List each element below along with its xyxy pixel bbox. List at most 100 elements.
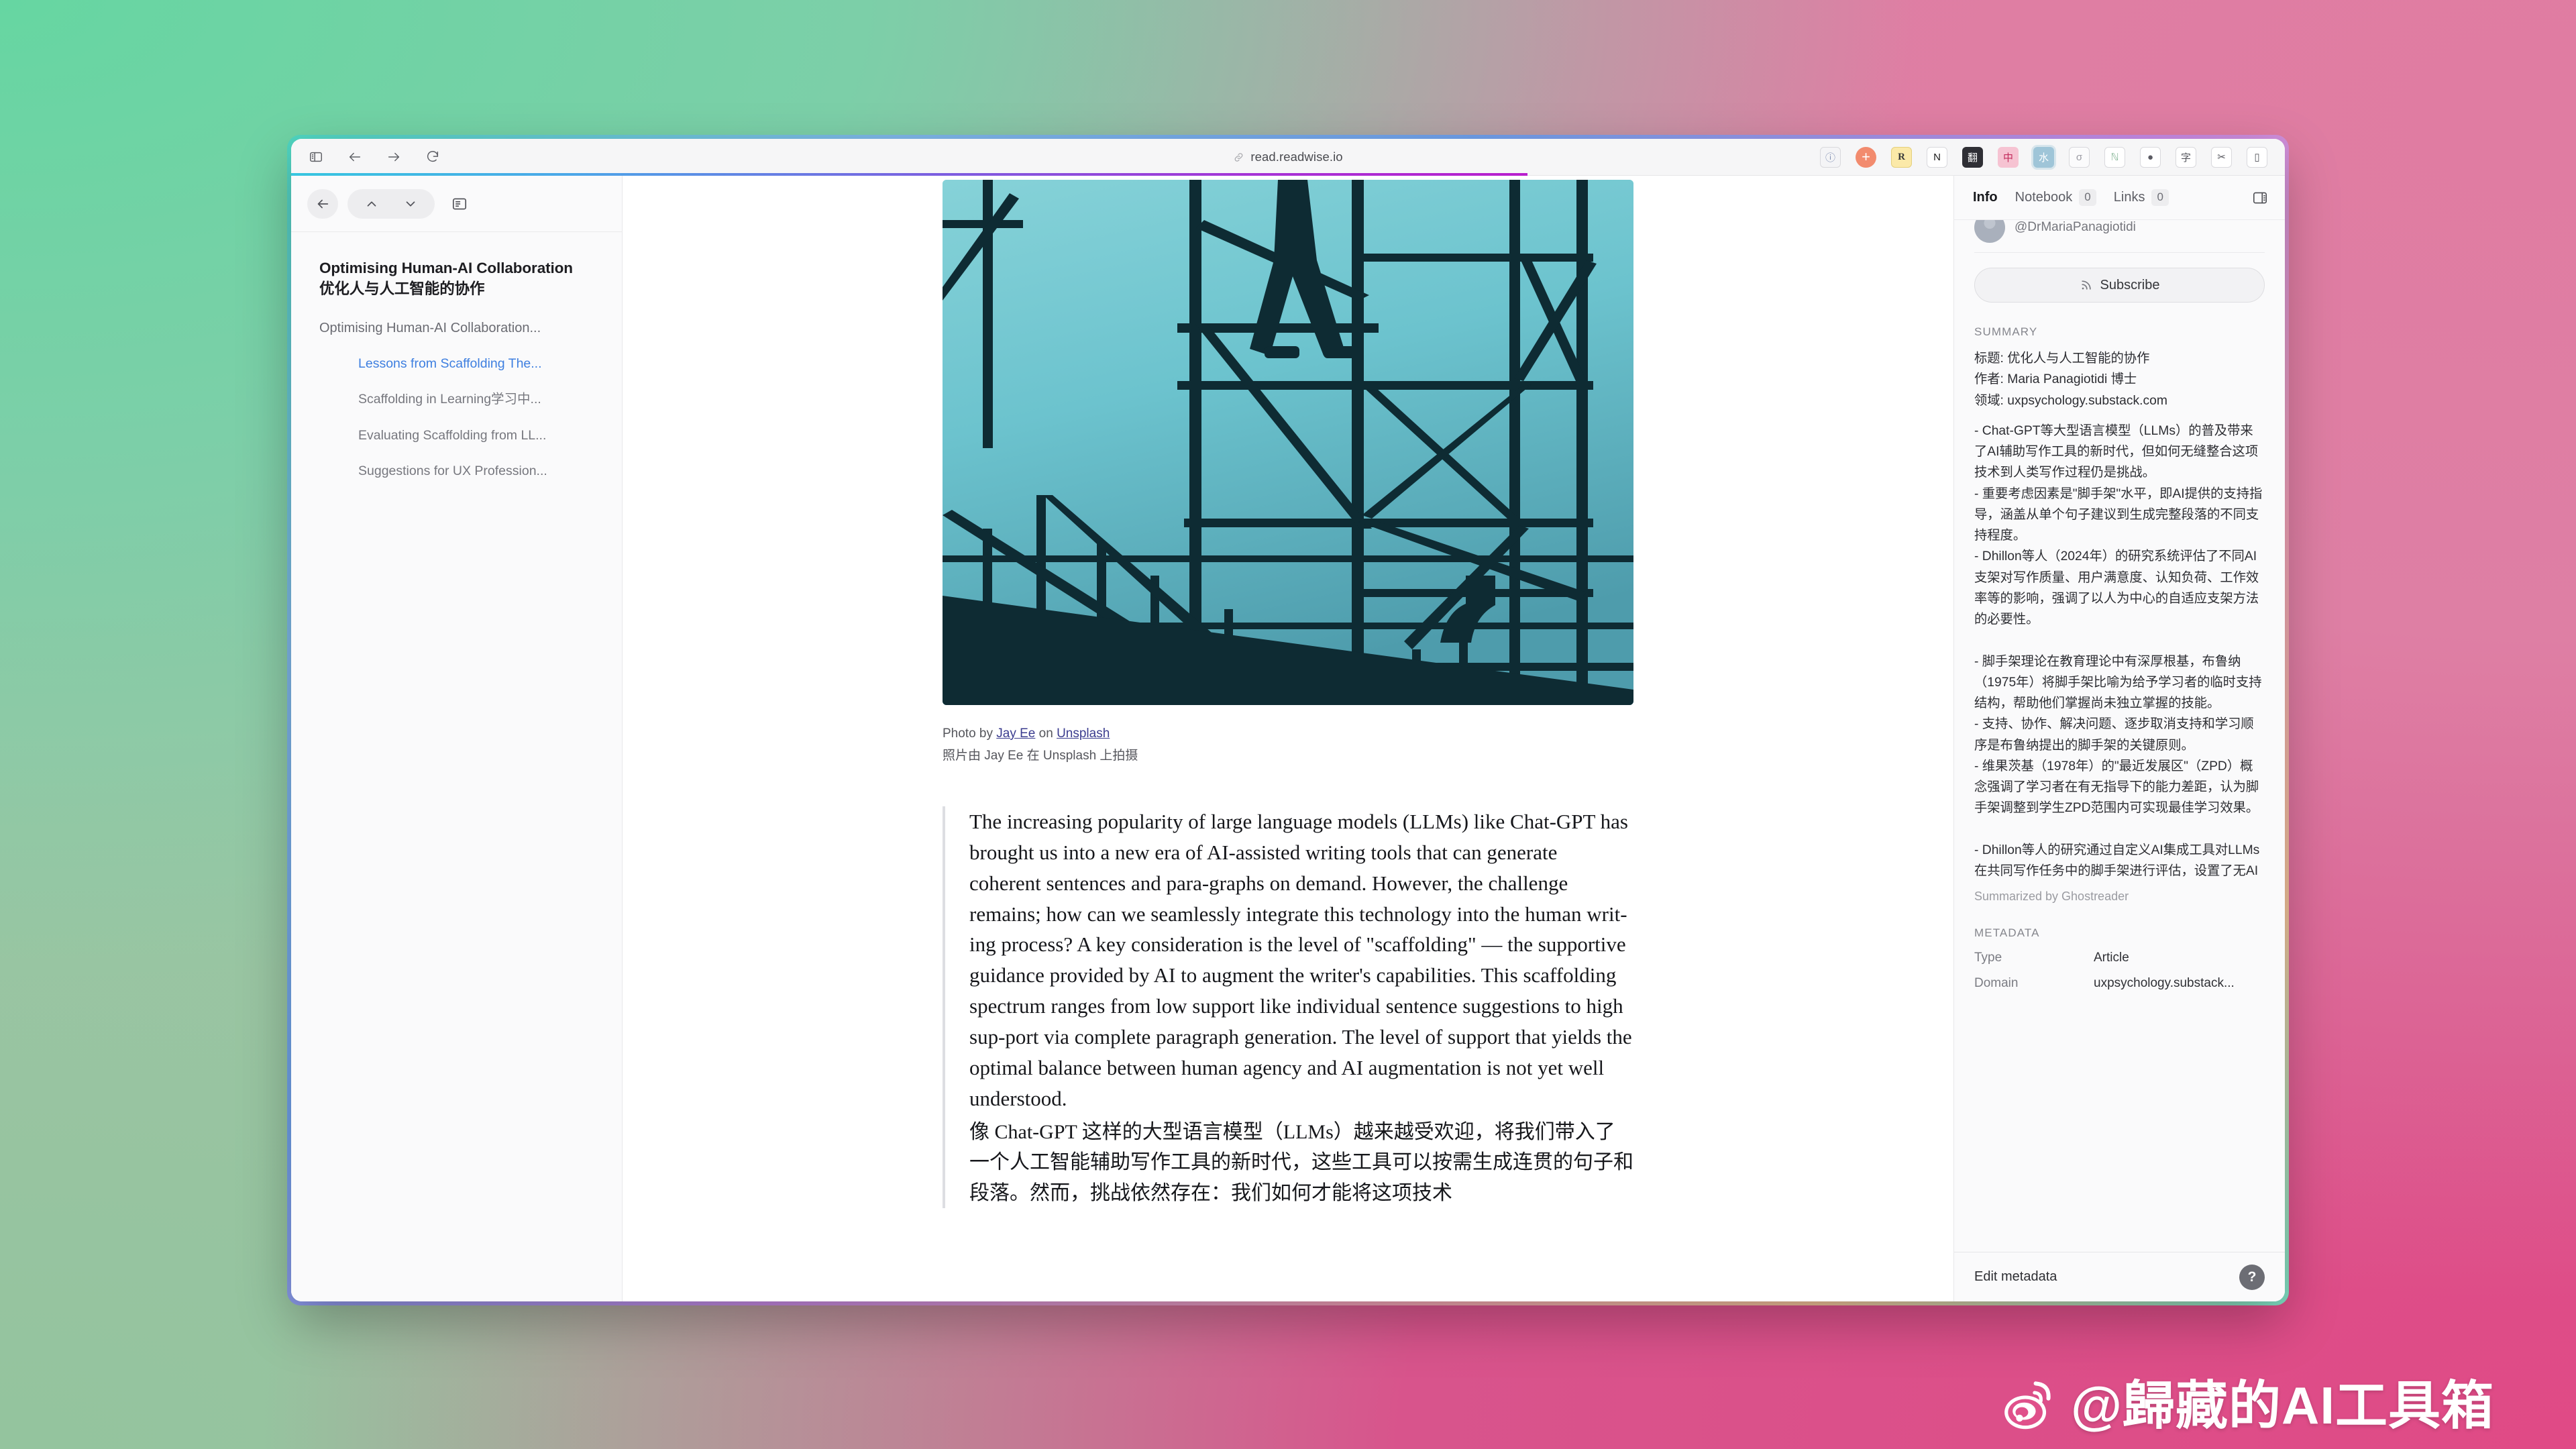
profile-avatar-extension[interactable]: ● bbox=[2140, 146, 2161, 168]
hero-image-scaffolding-photo bbox=[943, 180, 1633, 705]
immersive-translate-extension[interactable]: 水 bbox=[2033, 146, 2054, 168]
sidebar-back-button[interactable] bbox=[307, 189, 338, 219]
sidebar-prev-next-buttons[interactable] bbox=[347, 189, 435, 219]
notability-extension[interactable]: ℕ bbox=[2104, 146, 2125, 168]
weibo-watermark-text: @歸藏的AI工具箱 bbox=[2070, 1376, 2494, 1435]
translate-extension[interactable]: 翻 bbox=[1962, 146, 1983, 168]
summarized-by-label: Summarized by Ghostreader bbox=[1974, 890, 2129, 904]
sidebar-toggle-icon[interactable] bbox=[307, 148, 325, 166]
sidebar-body: Optimising Human-AI Collaboration 优化人与人工… bbox=[291, 232, 622, 480]
info-panel-tabs: Info Notebook 0 Links 0 bbox=[1954, 176, 2285, 220]
weibo-watermark: @歸藏的AI工具箱 bbox=[2001, 1377, 2494, 1434]
browser-toolbar: read.readwise.io ⓘ + R N 翻 中 水 σ ℕ ● 字 ✂ ▯ bbox=[291, 139, 2285, 176]
photo-credit-author-link[interactable]: Jay Ee bbox=[996, 727, 1035, 741]
back-icon[interactable] bbox=[346, 148, 364, 166]
chevron-down-icon[interactable] bbox=[403, 197, 418, 211]
notability-extension-glyph: ℕ bbox=[2110, 152, 2119, 163]
photo-credit-cn: 照片由 Jay Ee 在 Unsplash 上拍摄 bbox=[943, 749, 1138, 763]
article-paragraph-block: The increasing popularity of large langu… bbox=[943, 806, 1633, 1209]
privacy-badger-extension-glyph: ⓘ bbox=[1825, 152, 1835, 164]
link-icon bbox=[1233, 152, 1244, 163]
edit-metadata-button[interactable]: Edit metadata bbox=[1974, 1269, 2057, 1285]
browser-window: read.readwise.io ⓘ + R N 翻 中 水 σ ℕ ● 字 ✂ ▯ bbox=[291, 139, 2285, 1301]
tab-info-label: Info bbox=[1973, 190, 1998, 205]
privacy-badger-extension[interactable]: ⓘ bbox=[1820, 146, 1841, 168]
forward-icon[interactable] bbox=[385, 148, 402, 166]
metadata-section-label: METADATA bbox=[1974, 926, 2040, 940]
notion-extension-glyph: N bbox=[1933, 151, 1941, 163]
subscribe-button[interactable]: Subscribe bbox=[1974, 268, 2265, 303]
immersive-translate-extension-glyph: 水 bbox=[2038, 152, 2049, 164]
metadata-row-type: Type Article bbox=[1974, 951, 2265, 965]
translate-extension-glyph: 翻 bbox=[1967, 152, 1978, 164]
tab-links-label: Links bbox=[2113, 190, 2145, 205]
chevron-up-icon[interactable] bbox=[364, 197, 379, 211]
toc-item-4[interactable]: Suggestions for UX Profession... bbox=[319, 463, 595, 480]
article-body: Photo by Jay Ee on Unsplash 照片由 Jay Ee 在… bbox=[943, 176, 1633, 1209]
profile-avatar-extension-glyph: ● bbox=[2147, 151, 2154, 163]
summary-header-text: 标题: 优化人与人工智能的协作 作者: Maria Panagiotidi 博士… bbox=[1974, 352, 2167, 408]
toc-item-label: Evaluating Scaffolding from LL... bbox=[358, 427, 547, 443]
toc-item-label: Suggestions for UX Profession... bbox=[358, 464, 547, 479]
share-extension[interactable]: ✂ bbox=[2211, 146, 2232, 168]
tab-links[interactable]: Links 0 bbox=[2114, 189, 2169, 206]
page-load-progress bbox=[291, 173, 1527, 176]
toc-item-2[interactable]: Scaffolding in Learning学习中... bbox=[319, 391, 595, 408]
weibo-logo-icon bbox=[2001, 1377, 2059, 1434]
extension-bar: ⓘ + R N 翻 中 水 σ ℕ ● 字 ✂ ▯ bbox=[1820, 146, 2285, 168]
toc-item-label: Lessons from Scaffolding The... bbox=[358, 356, 542, 372]
tab-notebook[interactable]: Notebook 0 bbox=[2015, 189, 2096, 206]
subscribe-label: Subscribe bbox=[2100, 277, 2160, 292]
info-panel-footer: Edit metadata ? bbox=[1954, 1252, 2285, 1301]
add-extension[interactable]: + bbox=[1856, 146, 1876, 168]
toc-item-label: Optimising Human-AI Collaboration... bbox=[319, 321, 541, 336]
author-row: @DrMariaPanagiotidi bbox=[1974, 220, 2265, 253]
photo-credit-middle: on bbox=[1035, 727, 1057, 741]
metadata-key-type: Type bbox=[1974, 951, 2002, 965]
metadata-row-domain: Domain uxpsychology.substack... bbox=[1974, 976, 2265, 991]
metadata-value-domain: uxpsychology.substack... bbox=[2094, 976, 2235, 991]
readwise-extension[interactable]: R bbox=[1891, 146, 1912, 168]
document-outline-sidebar: Optimising Human-AI Collaboration 优化人与人工… bbox=[291, 176, 623, 1301]
sidebar-doc-title-en: Optimising Human-AI Collaboration bbox=[319, 260, 573, 276]
toc-item-label: Scaffolding in Learning学习中... bbox=[358, 392, 541, 407]
chinese-english-extension[interactable]: 中 bbox=[1998, 146, 2019, 168]
readwise-extension-glyph: R bbox=[1898, 151, 1905, 162]
toc-item-3[interactable]: Evaluating Scaffolding from LL... bbox=[319, 427, 595, 444]
sigma-extension-glyph: σ bbox=[2076, 151, 2083, 163]
sigma-extension[interactable]: σ bbox=[2069, 146, 2090, 168]
rss-icon bbox=[2080, 278, 2093, 292]
sidebar-doc-title-cn: 优化人与人工智能的协作 bbox=[319, 280, 485, 298]
panel-layout-icon[interactable] bbox=[2251, 189, 2269, 207]
notion-extension[interactable]: N bbox=[1927, 146, 1947, 168]
sidebar-doc-title: Optimising Human-AI Collaboration 优化人与人工… bbox=[319, 258, 595, 299]
article-reader: Photo by Jay Ee on Unsplash 照片由 Jay Ee 在… bbox=[623, 176, 1953, 1301]
reload-icon[interactable] bbox=[424, 148, 441, 166]
help-button[interactable]: ? bbox=[2239, 1264, 2265, 1290]
avatar bbox=[1974, 220, 2005, 243]
url-text: read.readwise.io bbox=[1250, 150, 1343, 164]
toc-item-1[interactable]: Lessons from Scaffolding The... bbox=[319, 356, 595, 372]
metadata-key-domain: Domain bbox=[1974, 976, 2019, 991]
dictionary-extension-glyph: 字 bbox=[2180, 152, 2191, 164]
summary-section-label: SUMMARY bbox=[1974, 325, 2038, 338]
chinese-english-extension-glyph: 中 bbox=[2002, 152, 2013, 164]
tab-info[interactable]: Info bbox=[1973, 190, 1998, 205]
toc-item-0[interactable]: Optimising Human-AI Collaboration... bbox=[319, 319, 595, 337]
sidebar-header bbox=[291, 176, 622, 232]
author-handle: @DrMariaPanagiotidi bbox=[2015, 220, 2136, 234]
tab-notebook-label: Notebook bbox=[2015, 190, 2073, 205]
dictionary-extension[interactable]: 字 bbox=[2176, 146, 2196, 168]
browser-content: Optimising Human-AI Collaboration 优化人与人工… bbox=[291, 176, 2285, 1301]
tab-links-count: 0 bbox=[2151, 189, 2169, 206]
photo-credit: Photo by Jay Ee on Unsplash 照片由 Jay Ee 在… bbox=[943, 724, 1633, 766]
photo-credit-prefix: Photo by bbox=[943, 727, 997, 741]
photo-credit-source-link[interactable]: Unsplash bbox=[1057, 727, 1110, 741]
split-view-extension[interactable]: ▯ bbox=[2247, 146, 2267, 168]
metadata-value-type: Article bbox=[2094, 951, 2129, 965]
share-extension-glyph: ✂ bbox=[2217, 152, 2226, 163]
add-extension-glyph: + bbox=[1862, 148, 1870, 165]
tab-notebook-count: 0 bbox=[2079, 189, 2096, 206]
split-view-extension-glyph: ▯ bbox=[2254, 152, 2260, 163]
document-outline-icon[interactable] bbox=[451, 195, 468, 213]
